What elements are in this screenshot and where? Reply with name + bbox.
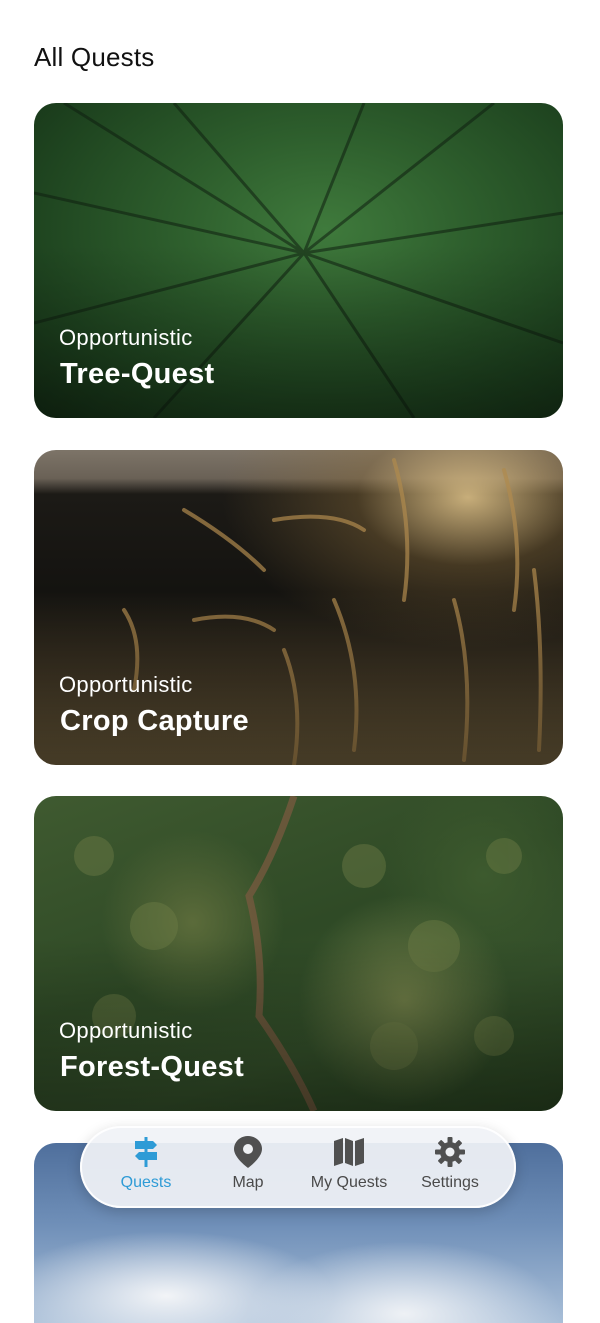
nav-label: Quests bbox=[120, 1174, 172, 1191]
map-pin-icon bbox=[233, 1136, 263, 1168]
quest-title: Forest-Quest bbox=[60, 1051, 245, 1083]
bottom-nav-bar: Quests Map My Quests Settings bbox=[80, 1126, 516, 1208]
nav-item-map[interactable]: Map bbox=[193, 1136, 303, 1198]
nav-label: Settings bbox=[421, 1174, 479, 1191]
quest-category: Opportunistic bbox=[59, 325, 193, 350]
gear-icon bbox=[435, 1136, 465, 1168]
quest-card-forest-quest[interactable]: Opportunistic Forest-Quest bbox=[34, 796, 563, 1111]
nav-item-quests[interactable]: Quests bbox=[91, 1136, 201, 1198]
quest-title: Crop Capture bbox=[60, 705, 249, 737]
quest-title: Tree-Quest bbox=[60, 358, 215, 390]
quest-category: Opportunistic bbox=[59, 1018, 193, 1043]
quest-category: Opportunistic bbox=[59, 672, 193, 697]
nav-label: Map bbox=[232, 1174, 264, 1191]
quest-card-crop-capture[interactable]: Opportunistic Crop Capture bbox=[34, 450, 563, 765]
nav-item-settings[interactable]: Settings bbox=[395, 1136, 505, 1198]
nav-label: My Quests bbox=[310, 1174, 388, 1191]
map-icon bbox=[334, 1136, 364, 1168]
page-title: All Quests bbox=[34, 42, 155, 72]
quest-card-tree-quest[interactable]: Opportunistic Tree-Quest bbox=[34, 103, 563, 418]
signpost-icon bbox=[131, 1136, 161, 1168]
nav-item-my-quests[interactable]: My Quests bbox=[294, 1136, 404, 1198]
